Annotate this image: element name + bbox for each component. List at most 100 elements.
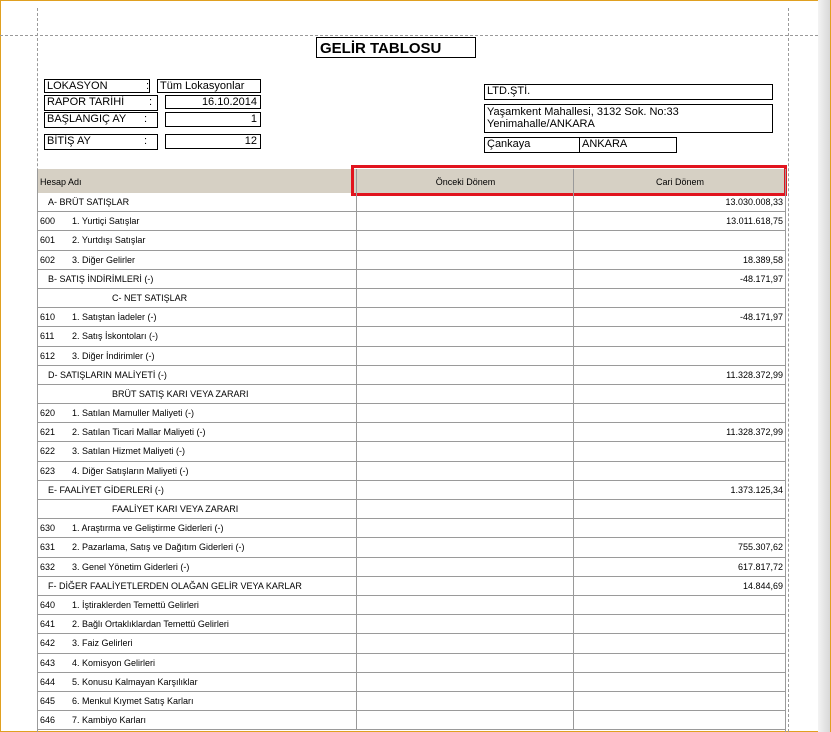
row-previous-value xyxy=(356,269,574,288)
baslangic-ay-value: 1 xyxy=(165,112,261,127)
row-previous-value xyxy=(356,288,574,308)
row-previous-value xyxy=(356,615,574,634)
report-title: GELİR TABLOSU xyxy=(316,37,476,58)
row-current-value: 18.389,58 xyxy=(573,250,785,269)
bitis-ay-value: 12 xyxy=(165,134,261,149)
row-account-name: FAALİYET KARI VEYA ZARARI xyxy=(112,504,239,514)
table-row: 601 2. Yurtdışı Satışlar xyxy=(38,231,786,251)
row-previous-value xyxy=(356,250,574,269)
table-row: 641 2. Bağlı Ortaklıklardan Temettü Gelir… xyxy=(38,615,786,635)
row-previous-value xyxy=(356,404,574,423)
row-account-name: 3. Faiz Gelirleri xyxy=(72,638,133,649)
row-previous-value xyxy=(356,672,574,691)
income-table: A- BRÜT SATIŞLAR 13.030.008,33 600 1. Yurti… xyxy=(38,193,786,731)
table-row: 630 1. Araştırma ve Geliştirme Giderleri … xyxy=(38,519,786,539)
row-current-value xyxy=(573,442,785,461)
row-current-value xyxy=(573,461,785,480)
row-account-code: 644 xyxy=(40,676,56,687)
table-row: 646 7. Kambiyo Karları xyxy=(38,711,786,731)
table-row: 610 1. Satıştan İadeler (-) -48.171,97 xyxy=(38,308,786,328)
row-account-code: 611 xyxy=(40,331,55,342)
margin-guide-right xyxy=(788,8,789,732)
row-account-code: 643 xyxy=(40,657,56,668)
table-row: 623 4. Diğer Satışların Maliyeti (-) xyxy=(38,461,786,481)
row-previous-value xyxy=(356,346,574,365)
row-previous-value xyxy=(356,480,574,499)
table-row: 620 1. Satılan Mamuller Maliyeti (-) xyxy=(38,404,786,424)
row-account-code: 631 xyxy=(40,542,56,553)
row-current-value: -48.171,97 xyxy=(573,269,785,288)
table-row: FAALİYET KARI VEYA ZARARI xyxy=(38,500,786,520)
row-account-code: 600 xyxy=(40,216,56,227)
row-previous-value xyxy=(356,384,574,404)
row-account-name: 2. Bağlı Ortaklıklardan Temettü Gelirler… xyxy=(72,619,229,630)
row-current-value: 14.844,69 xyxy=(573,576,785,595)
row-current-value xyxy=(573,653,785,672)
row-account-name: 7. Kambiyo Karları xyxy=(72,715,147,726)
row-account-name: 1. İştiraklerden Temettü Gelirleri xyxy=(72,599,199,610)
row-current-value xyxy=(573,500,785,519)
row-account-code: 602 xyxy=(40,254,56,265)
table-row: 643 4. Komisyon Gelirleri xyxy=(38,653,786,673)
row-account-code: 612 xyxy=(40,350,56,361)
margin-guide-top xyxy=(0,35,818,36)
company-name: LTD.ŞTİ. xyxy=(484,84,773,100)
row-account-name: 3. Diğer Gelirler xyxy=(72,254,136,265)
table-row: 642 3. Faiz Gelirleri xyxy=(38,634,786,654)
table-row: C- NET SATIŞLAR xyxy=(38,288,786,309)
row-account-code: 620 xyxy=(40,408,56,419)
row-current-value xyxy=(573,634,785,653)
table-row: B- SATIŞ İNDİRİMLERİ (-) -48.171,97 xyxy=(38,269,786,289)
rapor-tarihi-value: 16.10.2014 xyxy=(165,95,261,109)
row-account-code: 641 xyxy=(40,619,56,630)
row-current-value: 11.328.372,99 xyxy=(573,365,785,384)
table-row: 640 1. İştiraklerden Temettü Gelirleri xyxy=(38,595,786,616)
row-current-value xyxy=(573,672,785,691)
row-previous-value xyxy=(356,308,574,327)
table-row: D- SATIŞLARIN MALİYETİ (-) 11.328.372,99 xyxy=(38,365,786,385)
row-current-value: 617.817,72 xyxy=(573,557,785,576)
header-account-name: Hesap Adı xyxy=(40,177,82,187)
table-row: 632 3. Genel Yönetim Giderleri (-) 617.817… xyxy=(38,557,786,577)
row-account-code: 622 xyxy=(40,446,56,457)
table-row: 600 1. Yurtiçi Satışlar 13.011.618,75 xyxy=(38,212,786,232)
row-account-code: 610 xyxy=(40,312,56,323)
row-previous-value xyxy=(356,231,574,250)
row-account-name: BRÜT SATIŞ KARI VEYA ZARARI xyxy=(112,388,249,399)
row-account-name: 1. Yurtiçi Satışlar xyxy=(72,216,140,227)
row-account-name: 3. Diğer İndirimler (-) xyxy=(72,350,155,361)
row-current-value xyxy=(573,231,785,250)
table-row: 602 3. Diğer Gelirler 18.389,58 xyxy=(38,250,786,270)
row-previous-value xyxy=(356,423,574,442)
row-account-code: 630 xyxy=(40,523,56,534)
row-current-value xyxy=(573,691,785,711)
row-account-name: E- FAALİYET GİDERLERİ (-) xyxy=(48,484,164,495)
table-row: A- BRÜT SATIŞLAR 13.030.008,33 xyxy=(38,193,786,213)
row-previous-value xyxy=(356,557,574,576)
row-account-name: 1. Satılan Mamuller Maliyeti (-) xyxy=(72,408,195,419)
row-current-value xyxy=(573,519,785,538)
row-account-name: F- DİĞER FAALİYETLERDEN OLAĞAN GELİR VEY… xyxy=(48,580,302,591)
row-current-value xyxy=(573,327,785,346)
row-account-name: 1. Araştırma ve Geliştirme Giderleri (-) xyxy=(72,523,224,534)
row-current-value xyxy=(573,346,785,365)
table-row: E- FAALİYET GİDERLERİ (-) 1.373.125,34 xyxy=(38,480,786,500)
lokasyon-label: LOKASYON xyxy=(44,79,150,93)
table-row: 611 2. Satış İskontoları (-) xyxy=(38,327,786,347)
table-row: 612 3. Diğer İndirimler (-) xyxy=(38,346,786,366)
baslangic-ay-label: BAŞLANGIÇ AY: xyxy=(44,112,158,128)
row-current-value: 13.030.008,33 xyxy=(573,193,785,212)
row-current-value: 13.011.618,75 xyxy=(573,212,785,231)
row-current-value xyxy=(573,615,785,634)
tax-office-value: ANKARA xyxy=(579,137,677,153)
row-account-name: C- NET SATIŞLAR xyxy=(112,292,188,303)
row-previous-value xyxy=(356,538,574,557)
row-account-code: 645 xyxy=(40,695,56,706)
lokasyon-value: Tüm Lokasyonlar xyxy=(157,79,261,93)
row-current-value xyxy=(573,404,785,423)
row-current-value xyxy=(573,384,785,404)
table-row: 622 3. Satılan Hizmet Maliyeti (-) xyxy=(38,442,786,462)
row-account-name: A- BRÜT SATIŞLAR xyxy=(48,197,130,207)
row-previous-value xyxy=(356,193,574,212)
row-current-value: 1.373.125,34 xyxy=(573,480,785,499)
